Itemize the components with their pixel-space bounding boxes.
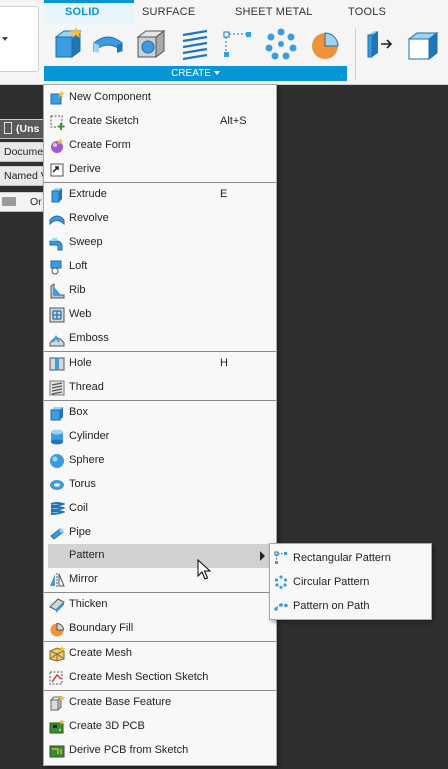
new-component-tool-icon[interactable]: [50, 27, 84, 61]
pattern-submenu: Rectangular Pattern Circular Pattern Pat…: [269, 543, 432, 620]
boundary-fill-icon: [50, 622, 65, 637]
submenu-arrow-icon: [260, 551, 265, 561]
document-icon: [4, 122, 12, 134]
menu-item-sweep[interactable]: Sweep: [44, 231, 276, 255]
menu-item-create-sketch[interactable]: Create Sketch Alt+S: [44, 110, 276, 134]
menu-item-coil[interactable]: Coil: [44, 497, 276, 521]
box-icon: [50, 407, 63, 421]
torus-icon: [50, 480, 64, 490]
extrude-icon: [51, 188, 62, 203]
tab-sheet-metal[interactable]: SHEET METAL: [235, 6, 313, 18]
rectangular-pattern-tool-icon[interactable]: [221, 27, 255, 61]
tab-solid[interactable]: SOLID: [65, 6, 100, 18]
revolve-tool-icon[interactable]: [91, 27, 125, 61]
menu-item-create-mesh-section-sketch[interactable]: Create Mesh Section Sketch: [44, 666, 276, 690]
hole-icon: [49, 357, 65, 371]
mesh-section-sketch-icon: [49, 671, 63, 685]
menu-item-loft[interactable]: Loft: [44, 255, 276, 279]
menu-item-extrude[interactable]: Extrude E: [44, 183, 276, 207]
submenu-item-pattern-on-path[interactable]: Pattern on Path: [270, 594, 431, 618]
mirror-icon: [50, 573, 65, 587]
menu-item-web[interactable]: Web: [44, 303, 276, 327]
form-icon: [51, 138, 64, 153]
menu-item-cylinder[interactable]: Cylinder: [44, 425, 276, 449]
coil-icon: [50, 502, 65, 515]
create-menu: New Component Create Sketch Alt+S Create…: [43, 84, 277, 766]
menu-item-create-form[interactable]: Create Form: [44, 134, 276, 158]
revolve-icon: [49, 215, 65, 226]
circular-pattern-tool-icon[interactable]: [264, 27, 298, 61]
pcb-3d-icon: [49, 719, 65, 734]
combine-tool-icon[interactable]: [308, 27, 342, 61]
pipe-icon: [50, 528, 64, 540]
tab-tools[interactable]: TOOLS: [348, 6, 386, 18]
press-pull-tool-icon[interactable]: [362, 27, 396, 61]
hole-tool-icon[interactable]: [134, 27, 168, 61]
shell-tool-icon[interactable]: [405, 27, 439, 61]
pattern-on-path-icon: [274, 603, 288, 611]
caret-down-icon: [213, 71, 220, 75]
menu-item-derive-pcb-from-sketch[interactable]: Derive PCB from Sketch: [44, 739, 276, 763]
derive-pcb-icon: [49, 745, 65, 758]
menu-item-thicken[interactable]: Thicken: [44, 593, 276, 617]
menu-item-rib[interactable]: Rib: [44, 279, 276, 303]
menu-item-hole[interactable]: Hole H: [44, 352, 276, 376]
workspace-switcher[interactable]: [0, 6, 39, 72]
submenu-item-rectangular-pattern[interactable]: Rectangular Pattern: [270, 546, 431, 570]
browser-row-origin[interactable]: Or: [0, 192, 46, 212]
new-component-icon: [50, 90, 65, 105]
thread-tool-icon[interactable]: [178, 27, 212, 61]
menu-item-pipe[interactable]: Pipe: [44, 521, 276, 545]
circular-pattern-icon: [274, 575, 288, 589]
create-label: CREATE: [171, 68, 211, 79]
menu-item-create-3d-pcb[interactable]: Create 3D PCB: [44, 715, 276, 739]
rib-icon: [50, 283, 65, 299]
toolbar-ribbon: SOLID SURFACE SHEET METAL TOOLS CREATE: [0, 0, 448, 85]
derive-icon: [50, 163, 64, 177]
menu-item-box[interactable]: Box: [44, 401, 276, 425]
cylinder-icon: [51, 429, 63, 445]
menu-item-create-base-feature[interactable]: Create Base Feature: [44, 691, 276, 715]
menu-item-torus[interactable]: Torus: [44, 473, 276, 497]
menu-item-emboss[interactable]: Emboss: [44, 327, 276, 351]
tab-surface[interactable]: SURFACE: [142, 6, 195, 18]
thread-icon: [49, 380, 65, 396]
menu-item-sphere[interactable]: Sphere: [44, 449, 276, 473]
emboss-icon: [49, 335, 65, 347]
menu-item-pattern[interactable]: Pattern: [48, 544, 272, 568]
base-feature-icon: [49, 695, 65, 711]
menu-item-revolve[interactable]: Revolve: [44, 207, 276, 231]
menu-item-create-mesh[interactable]: Create Mesh: [44, 642, 276, 666]
menu-item-mirror[interactable]: Mirror: [44, 568, 276, 592]
menu-item-new-component[interactable]: New Component: [44, 86, 276, 110]
loft-icon: [50, 260, 62, 275]
menu-item-thread[interactable]: Thread: [44, 376, 276, 400]
web-icon: [49, 307, 65, 323]
rectangular-pattern-icon: [274, 551, 287, 564]
sketch-icon: [50, 115, 65, 130]
ribbon-divider: [355, 28, 356, 80]
chevron-down-icon: [2, 37, 8, 41]
thicken-icon: [49, 598, 65, 613]
sweep-icon: [49, 238, 63, 251]
mesh-icon: [49, 646, 65, 662]
menu-item-derive[interactable]: Derive: [44, 158, 276, 182]
sphere-icon: [50, 454, 64, 468]
menu-item-boundary-fill[interactable]: Boundary Fill: [44, 617, 276, 641]
active-tab-indicator: [44, 0, 134, 3]
create-dropdown-button[interactable]: CREATE: [44, 66, 347, 81]
folder-icon: [2, 197, 16, 206]
submenu-item-circular-pattern[interactable]: Circular Pattern: [270, 570, 431, 594]
mouse-cursor-icon: [197, 559, 211, 580]
